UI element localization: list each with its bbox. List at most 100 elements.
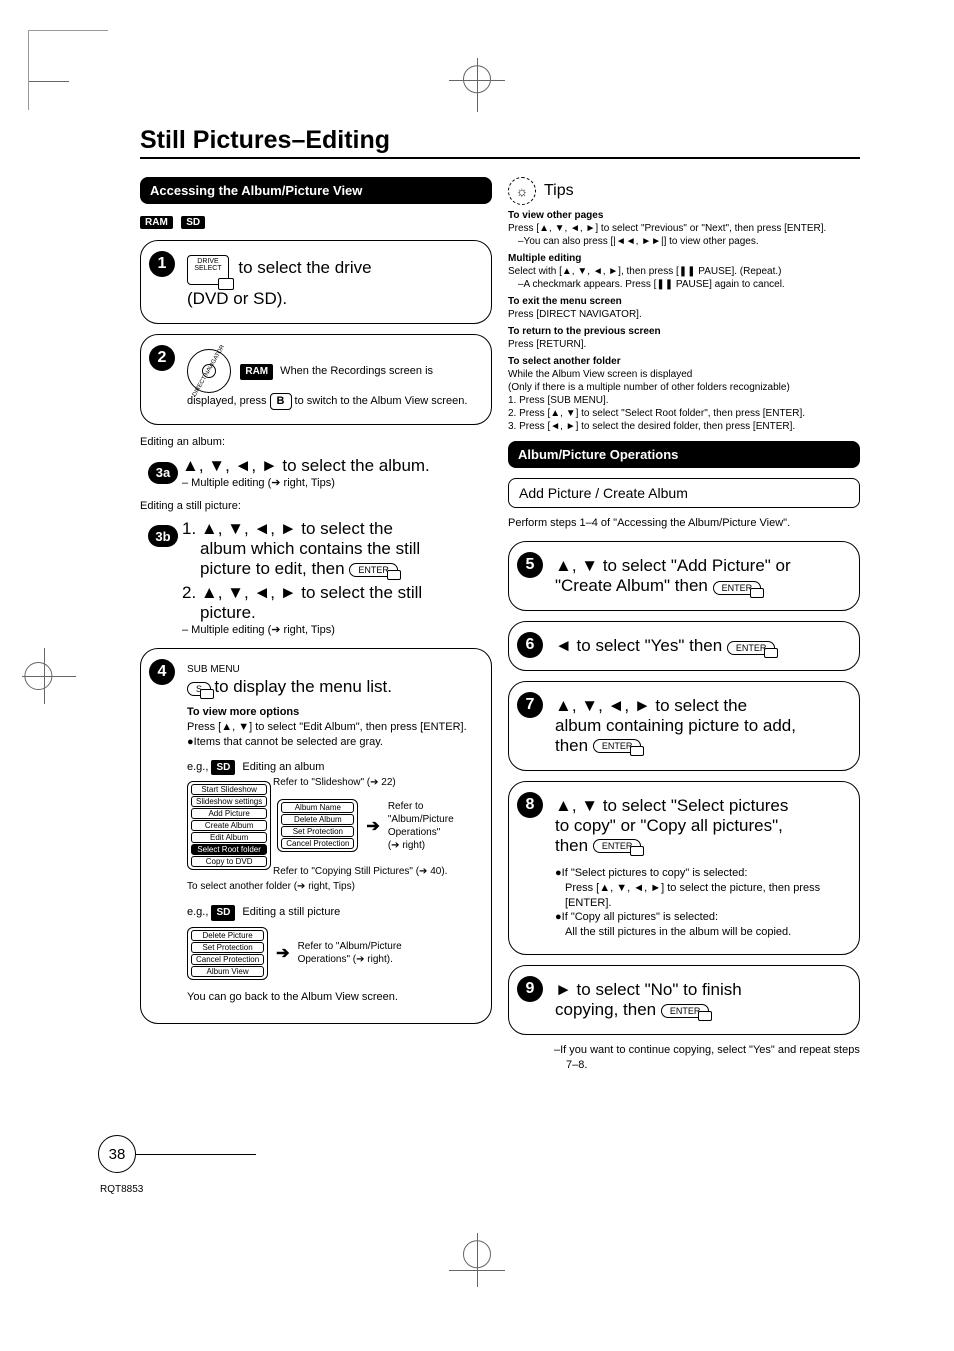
enter-button-icon-6: ENTER — [727, 641, 776, 655]
view-more-options-l2: ●Items that cannot be selected are gray. — [187, 735, 479, 750]
eg1-post: Editing an album — [239, 761, 324, 773]
tips-body: To view other pages Press [▲, ▼, ◄, ►] t… — [508, 209, 860, 433]
step-1-number: 1 — [149, 251, 175, 277]
menu-edit-album: Edit Album — [191, 832, 267, 843]
menu-album-view: Album View — [191, 966, 264, 977]
section-operations: Album/Picture Operations — [508, 441, 860, 468]
menu-album-name: Album Name — [281, 802, 354, 813]
ops-intro: Perform steps 1–4 of "Accessing the Albu… — [508, 516, 860, 531]
eg2-post: Editing a still picture — [239, 906, 340, 918]
album-picture-ops-note: Refer to "Album/Picture Operations" (➔ r… — [388, 800, 454, 852]
folder-ref-note: To select another folder (➔ right, Tips) — [187, 880, 479, 893]
step-3b-number: 3b — [148, 525, 178, 547]
b-key: B — [270, 393, 292, 410]
enter-button-icon-5: ENTER — [713, 581, 762, 595]
step-5-number: 5 — [517, 552, 543, 578]
eg2-sd: SD — [211, 905, 235, 921]
step-7-t1: ▲, ▼, ◄, ► to select the — [555, 696, 847, 716]
step-1-panel: 1 DRIVE SELECT to select the drive (DVD … — [140, 240, 492, 324]
step-8-bullet1a: ●If "Select pictures to copy" is selecte… — [555, 866, 847, 881]
section-accessing: Accessing the Album/Picture View — [140, 177, 492, 204]
enter-button-icon: ENTER — [349, 563, 398, 577]
menu-set-protection-2: Set Protection — [191, 942, 264, 953]
step-7-t3: then — [555, 736, 593, 755]
drive-select-button-icon: DRIVE SELECT — [187, 255, 229, 285]
menu-add-picture: Add Picture — [191, 808, 267, 819]
menu-select-root: Select Root folder — [191, 844, 267, 855]
step-9-t1: ► to select "No" to finish — [555, 980, 847, 1000]
step-7-t2: album containing picture to add, — [555, 716, 847, 736]
eg2-pre: e.g., — [187, 906, 211, 918]
step-9-panel: 9 ► to select "No" to finish copying, th… — [508, 965, 860, 1035]
direct-navigator-button-icon: DIRECT NAVIGATOR — [187, 349, 231, 393]
copy-ref-note: Refer to "Copying Still Pictures" (➔ 40)… — [273, 865, 479, 878]
step-2-panel: 2 DIRECT NAVIGATOR RAM When the Recordin… — [140, 334, 492, 425]
registration-mark-bottom — [457, 1243, 497, 1283]
registration-mark-top-h — [449, 80, 505, 81]
menu-start-slideshow: Start Slideshow — [191, 784, 267, 795]
step-1-text-a: to select the drive — [238, 258, 371, 277]
step-3b-l1a: 1. ▲, ▼, ◄, ► to select the — [182, 519, 492, 539]
registration-mark-left — [30, 656, 70, 696]
submenu-label: SUB MENU — [187, 664, 240, 675]
step-9-t2: copying, then — [555, 1000, 661, 1019]
model-number: RQT8853 — [100, 1184, 143, 1195]
badge-ram-inline: RAM — [240, 364, 273, 380]
view-more-options-head: To view more options — [187, 705, 479, 720]
registration-mark-bottom-h — [449, 1270, 505, 1271]
step-3b-block: 3b 1. ▲, ▼, ◄, ► to select the album whi… — [140, 519, 492, 638]
step-4-number: 4 — [149, 659, 175, 685]
step-4-panel: 4 SUB MENU S to display the menu list. T… — [140, 648, 492, 1023]
step-8-bullet1b: Press [▲, ▼, ◄, ►] to select the picture… — [555, 881, 847, 911]
album-picture-ops-note-2: Refer to "Album/Picture Operations" (➔ r… — [298, 940, 402, 966]
enter-button-icon-7: ENTER — [593, 739, 642, 753]
editing-album-label: Editing an album: — [140, 435, 492, 450]
badge-ram: RAM — [140, 216, 173, 229]
menu-cancel-protection-2: Cancel Protection — [191, 954, 264, 965]
step-8-t2: to copy" or "Copy all pictures", — [555, 816, 847, 836]
tips-heading: ☼ Tips — [508, 177, 860, 205]
step-6-number: 6 — [517, 632, 543, 658]
eg1-pre: e.g., — [187, 761, 211, 773]
step-3b-l2b: picture. — [182, 603, 492, 623]
menu-copy-to-dvd: Copy to DVD — [191, 856, 267, 867]
step-3b-l1c-wrap: picture to edit, then ENTER — [182, 559, 492, 579]
step-3a-number: 3a — [148, 462, 178, 484]
step-4-main: to display the menu list. — [214, 677, 392, 696]
step-3b-l1b: album which contains the still — [182, 539, 492, 559]
menu-cancel-protection: Cancel Protection — [281, 838, 354, 849]
page-number-rule — [136, 1154, 256, 1155]
step-1-text-b: (DVD or SD). — [187, 289, 479, 309]
step-8-t3: then — [555, 836, 593, 855]
step-7-panel: 7 ▲, ▼, ◄, ► to select the album contain… — [508, 681, 860, 771]
step-8-bullet2b: All the still pictures in the album will… — [555, 925, 847, 940]
step-2-number: 2 — [149, 345, 175, 371]
step-8-number: 8 — [517, 792, 543, 818]
step-3b-sub: – Multiple editing (➔ right, Tips) — [182, 623, 492, 638]
step-8-t1: ▲, ▼ to select "Select pictures — [555, 796, 847, 816]
step-3a-sub: – Multiple editing (➔ right, Tips) — [182, 476, 492, 491]
step-9-number: 9 — [517, 976, 543, 1002]
step-3b-l2a: 2. ▲, ▼, ◄, ► to select the still — [182, 583, 492, 603]
crop-mark-top-left — [28, 30, 108, 110]
step-8-bullet2a: ●If "Copy all pictures" is selected: — [555, 910, 847, 925]
s-button-icon: S — [187, 682, 211, 696]
page-title: Still Pictures–Editing — [140, 126, 860, 155]
step-5-panel: 5 ▲, ▼ to select "Add Picture" or "Creat… — [508, 541, 860, 611]
arrow-right-icon-2: ➔ — [274, 943, 291, 963]
page-number: 38 — [98, 1135, 136, 1173]
enter-button-icon-8: ENTER — [593, 839, 642, 853]
editing-still-label: Editing a still picture: — [140, 499, 492, 514]
step-7-number: 7 — [517, 692, 543, 718]
step-3a-block: 3a ▲, ▼, ◄, ► to select the album. – Mul… — [140, 456, 492, 491]
tips-icon: ☼ — [508, 177, 536, 205]
subhead-add-create: Add Picture / Create Album — [508, 478, 860, 508]
arrow-right-icon: ➔ — [364, 816, 381, 836]
enter-button-icon-9: ENTER — [661, 1004, 710, 1018]
menu-album-b: Album Name Delete Album Set Protection C… — [277, 799, 358, 852]
menu-create-album: Create Album — [191, 820, 267, 831]
step-3b-l1c: picture to edit, then — [200, 559, 349, 578]
step-6-text: ◄ to select "Yes" then — [555, 636, 727, 655]
slideshow-ref-note: Refer to "Slideshow" (➔ 22) — [273, 776, 479, 789]
badge-sd: SD — [181, 216, 205, 229]
